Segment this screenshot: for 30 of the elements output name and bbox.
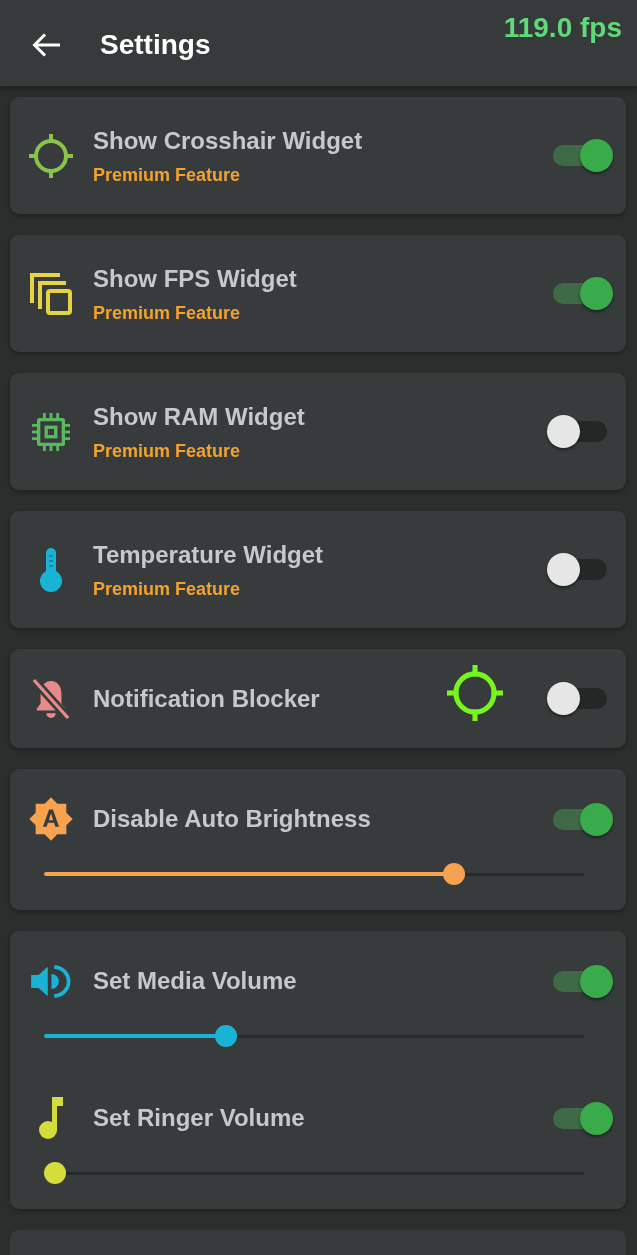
- premium-label: Premium Feature: [93, 577, 242, 600]
- speaker-icon: [31, 962, 71, 1000]
- auto-brightness-icon: [28, 796, 74, 842]
- crosshair-icon: [447, 664, 503, 721]
- setting-title: Show RAM Widget: [93, 401, 306, 432]
- slider-thumb[interactable]: [214, 1025, 237, 1047]
- premium-label: Premium Feature: [93, 301, 242, 324]
- slider-track[interactable]: [44, 1162, 584, 1184]
- setting-title: Show FPS Widget: [93, 263, 298, 294]
- setting-title: Disable Auto Brightness: [93, 804, 372, 834]
- slider-thumb[interactable]: [44, 1162, 66, 1184]
- stacked-squares-icon: [30, 272, 72, 315]
- fps-counter: 119.0 fps: [503, 11, 622, 45]
- crosshair-icon: [29, 133, 73, 178]
- chip-icon: [32, 412, 70, 451]
- premium-label: Premium Feature: [93, 439, 242, 462]
- slider-track[interactable]: [44, 1025, 584, 1047]
- setting-title: Show Crosshair Widget: [93, 125, 364, 156]
- back-arrow-icon[interactable]: [32, 33, 60, 57]
- setting-title: Temperature Widget: [93, 539, 325, 570]
- music-note-icon: [39, 1097, 63, 1139]
- premium-label: Premium Feature: [93, 163, 242, 186]
- setting-title: Set Ringer Volume: [93, 1103, 306, 1133]
- bell-off-icon: [32, 677, 70, 720]
- setting-title: Set Media Volume: [93, 966, 298, 996]
- setting-title: Notification Blocker: [93, 683, 321, 714]
- slider-thumb[interactable]: [442, 863, 465, 885]
- page-title: Settings: [100, 28, 212, 62]
- slider-track[interactable]: [44, 863, 584, 885]
- thermometer-icon: [40, 547, 62, 592]
